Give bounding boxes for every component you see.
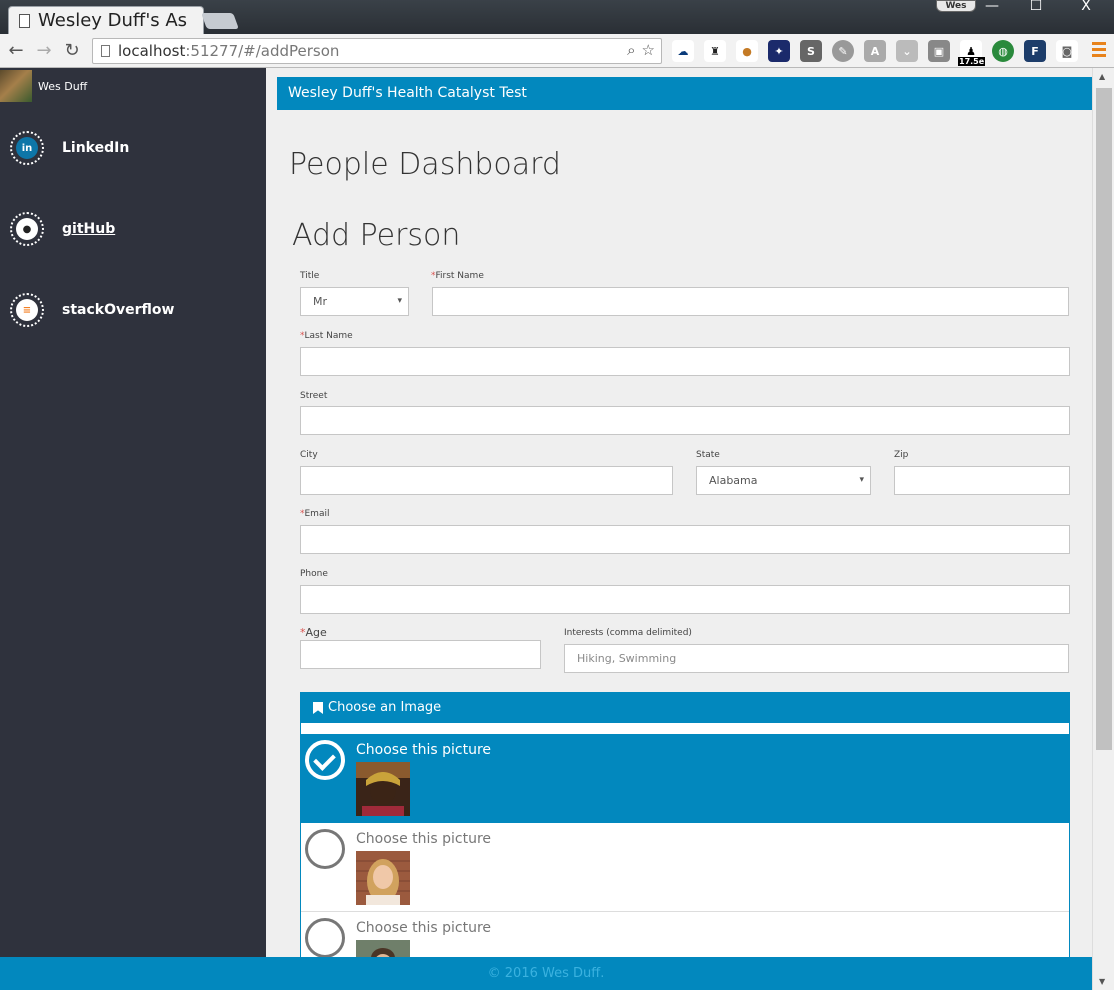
footer: © 2016 Wes Duff. <box>0 957 1092 990</box>
last-name-label: *Last Name <box>300 331 353 341</box>
scrollbar[interactable]: ▲ ▼ <box>1092 68 1114 990</box>
brand-bar[interactable]: Wesley Duff's Health Catalyst Test <box>277 77 1092 110</box>
title-label: Title <box>300 271 320 281</box>
age-field[interactable] <box>300 640 541 669</box>
sidebar-item-label: LinkedIn <box>62 140 130 156</box>
zip-field[interactable] <box>894 466 1070 495</box>
phone-label: Phone <box>300 569 328 579</box>
document-icon <box>19 13 30 28</box>
street-field[interactable] <box>300 406 1070 435</box>
image-chooser-header: Choose an Image <box>301 693 1069 723</box>
onedrive-icon[interactable]: ☁ <box>672 40 694 62</box>
globe-icon[interactable]: ◍ <box>992 40 1014 62</box>
last-name-field[interactable] <box>300 347 1070 376</box>
sidebar-item-linkedin[interactable]: in LinkedIn <box>10 131 129 165</box>
scroll-thumb[interactable] <box>1096 88 1112 750</box>
linkedin-icon: in <box>10 131 44 165</box>
spy-icon[interactable]: ♟ 17.5e <box>958 40 986 66</box>
sidebar: Wes Duff in LinkedIn ● gitHub ≡ stackOve… <box>0 68 266 990</box>
email-label: *Email <box>300 509 330 519</box>
maximize-button[interactable]: ☐ <box>1014 0 1058 16</box>
scroll-up-icon[interactable]: ▲ <box>1099 72 1105 81</box>
chef-icon[interactable]: ♜ <box>704 40 726 62</box>
sidebar-item-label: gitHub <box>62 221 116 237</box>
picture-option-label: Choose this picture <box>356 831 492 847</box>
sidebar-user: Wes Duff <box>0 70 87 102</box>
picture-option-label: Choose this picture <box>356 920 492 936</box>
picture-option-label: Choose this picture <box>356 742 492 758</box>
title-select[interactable]: Mr <box>300 287 409 316</box>
email-field[interactable] <box>300 525 1070 554</box>
cookie-icon[interactable]: ● <box>736 40 758 62</box>
bookmark-icon <box>313 702 323 714</box>
browser-toolbar: ← → ↻ localhost:51277/#/addPerson ⌕ ☆ ☁ … <box>0 34 1114 68</box>
avatar <box>0 70 32 102</box>
form-title: Add Person <box>292 218 461 253</box>
page-icon <box>101 45 110 57</box>
picture-option[interactable]: Choose this picture <box>301 823 1069 912</box>
bookmark-star-icon[interactable]: ☆ <box>642 41 655 59</box>
camera-icon[interactable]: ◙ <box>1056 40 1078 62</box>
close-window-button[interactable]: X <box>1058 0 1114 16</box>
minimize-button[interactable]: — <box>970 0 1014 16</box>
state-label: State <box>696 450 720 460</box>
nightsky-icon[interactable]: ✦ <box>768 40 790 62</box>
note-icon[interactable]: ▣ <box>928 40 950 62</box>
portrait-thumbnail <box>356 762 410 816</box>
page-viewport: Wes Duff in LinkedIn ● gitHub ≡ stackOve… <box>0 68 1114 990</box>
state-select[interactable]: Alabama <box>696 466 871 495</box>
pocket-icon[interactable]: ⌄ <box>896 40 918 62</box>
scroll-down-icon[interactable]: ▼ <box>1099 977 1105 986</box>
first-name-label: *First Name <box>431 271 484 281</box>
forward-icon[interactable]: → <box>34 40 54 61</box>
reload-icon[interactable]: ↻ <box>62 40 82 61</box>
interests-field[interactable]: Hiking, Swimming <box>564 644 1069 673</box>
sidebar-username: Wes Duff <box>38 79 88 93</box>
main-content: Wesley Duff's Health Catalyst Test Peopl… <box>277 68 1092 990</box>
image-chooser-heading: Choose an Image <box>328 700 442 715</box>
sidebar-item-stackoverflow[interactable]: ≡ stackOverflow <box>10 293 174 327</box>
tab-title: Wesley Duff's As <box>38 10 188 31</box>
github-icon: ● <box>10 212 44 246</box>
picture-option[interactable]: Choose this picture <box>301 734 1069 823</box>
new-tab-button[interactable] <box>201 13 239 29</box>
radio-icon[interactable] <box>305 829 345 869</box>
zip-label: Zip <box>894 450 909 460</box>
address-bar[interactable]: localhost:51277/#/addPerson ⌕ ☆ <box>92 38 662 64</box>
extensions-bar: ☁ ♜ ● ✦ S ✎ A ⌄ ▣ ♟ 17.5e ◍ F ◙ <box>672 40 1078 66</box>
city-field[interactable] <box>300 466 673 495</box>
street-label: Street <box>300 391 328 401</box>
angular-icon[interactable]: A <box>864 40 886 62</box>
image-chooser: Choose an Image Choose this picture Choo… <box>300 692 1070 990</box>
f-icon[interactable]: F <box>1024 40 1046 62</box>
browser-tab[interactable]: Wesley Duff's As <box>8 6 204 34</box>
s-icon[interactable]: S <box>800 40 822 62</box>
page-title: People Dashboard <box>289 147 561 182</box>
back-icon[interactable]: ← <box>6 40 26 61</box>
menu-icon[interactable] <box>1092 42 1106 60</box>
stackoverflow-icon: ≡ <box>10 293 44 327</box>
checked-radio-icon[interactable] <box>305 740 345 780</box>
portrait-thumbnail <box>356 851 410 905</box>
interests-label: Interests (comma delimited) <box>564 628 692 638</box>
city-label: City <box>300 450 318 460</box>
feather-icon[interactable]: ✎ <box>832 40 854 62</box>
zoom-icon[interactable]: ⌕ <box>627 41 635 59</box>
url-text: localhost:51277/#/addPerson <box>118 42 340 60</box>
phone-field[interactable] <box>300 585 1070 614</box>
first-name-field[interactable] <box>432 287 1069 316</box>
sidebar-item-label: stackOverflow <box>62 302 175 318</box>
age-label: *Age <box>300 626 327 639</box>
sidebar-item-github[interactable]: ● gitHub <box>10 212 115 246</box>
browser-titlebar: Wesley Duff's As Wes — ☐ X <box>0 0 1114 34</box>
radio-icon[interactable] <box>305 918 345 958</box>
